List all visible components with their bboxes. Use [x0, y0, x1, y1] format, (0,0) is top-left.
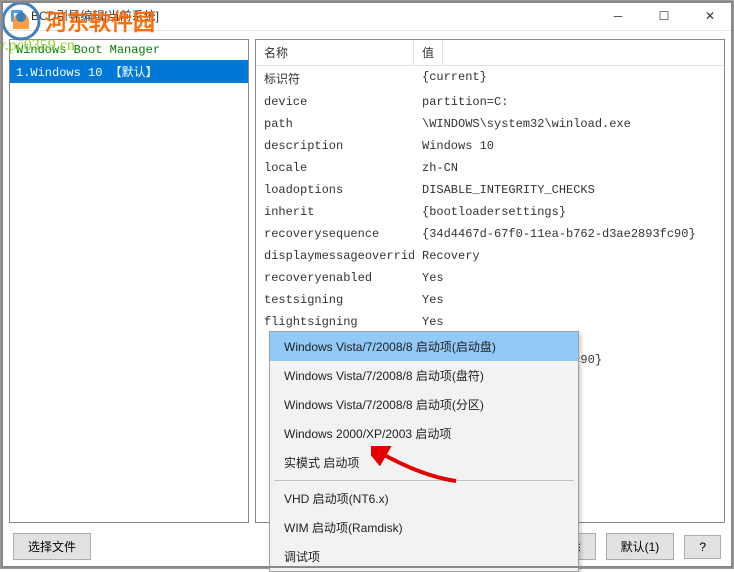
menu-item[interactable]: 实模式 启动项 — [270, 448, 578, 477]
boot-entry-item[interactable]: 1.Windows 10 【默认】 — [10, 60, 248, 83]
properties-header: 名称 值 — [256, 40, 724, 66]
menu-item[interactable]: WIM 启动项(Ramdisk) — [270, 513, 578, 542]
property-value: DISABLE_INTEGRITY_CHECKS — [414, 179, 724, 201]
property-name: flightsigning — [256, 311, 414, 333]
property-name: description — [256, 135, 414, 157]
property-row[interactable]: recoverysequence{34d4467d-67f0-11ea-b762… — [256, 223, 724, 245]
property-row[interactable]: devicepartition=C: — [256, 91, 724, 113]
property-name: loadoptions — [256, 179, 414, 201]
property-row[interactable]: recoveryenabledYes — [256, 267, 724, 289]
properties-rows: 标识符{current}devicepartition=C:path\WINDO… — [256, 66, 724, 371]
window-title: BCD引导编辑[当前系统] — [31, 7, 595, 24]
property-row[interactable]: flightsigningYes — [256, 311, 724, 333]
property-name: locale — [256, 157, 414, 179]
minimize-button[interactable]: ─ — [595, 1, 641, 31]
menu-item[interactable]: VHD 启动项(NT6.x) — [270, 484, 578, 513]
property-value: Windows 10 — [414, 135, 724, 157]
boot-entry-item[interactable]: Windows Boot Manager — [10, 40, 248, 60]
default-button[interactable]: 默认(1) — [606, 533, 675, 560]
property-value: Yes — [414, 267, 724, 289]
property-row[interactable]: path\WINDOWS\system32\winload.exe — [256, 113, 724, 135]
menu-item[interactable]: Windows Vista/7/2008/8 启动项(启动盘) — [270, 332, 578, 361]
property-value: Yes — [414, 289, 724, 311]
property-name: path — [256, 113, 414, 135]
property-value: {bootloadersettings} — [414, 201, 724, 223]
column-name[interactable]: 名称 — [256, 40, 414, 65]
menu-item[interactable]: 调试项 — [270, 542, 578, 571]
menu-separator — [274, 480, 574, 481]
add-context-menu: Windows Vista/7/2008/8 启动项(启动盘)Windows V… — [269, 331, 579, 572]
property-value: {current} — [414, 66, 724, 91]
property-row[interactable]: localezh-CN — [256, 157, 724, 179]
titlebar: BCD引导编辑[当前系统] ─ ☐ ✕ — [1, 1, 733, 31]
property-row[interactable]: displaymessageoverrideRecovery — [256, 245, 724, 267]
property-value: partition=C: — [414, 91, 724, 113]
property-name: inherit — [256, 201, 414, 223]
property-row[interactable]: 标识符{current} — [256, 66, 724, 91]
maximize-button[interactable]: ☐ — [641, 1, 687, 31]
menu-item[interactable]: Windows Vista/7/2008/8 启动项(分区) — [270, 390, 578, 419]
property-row[interactable]: inherit{bootloadersettings} — [256, 201, 724, 223]
property-row[interactable]: testsigningYes — [256, 289, 724, 311]
select-file-button[interactable]: 选择文件 — [13, 533, 91, 560]
property-value: zh-CN — [414, 157, 724, 179]
property-value: Recovery — [414, 245, 724, 267]
property-row[interactable]: descriptionWindows 10 — [256, 135, 724, 157]
property-name: device — [256, 91, 414, 113]
property-name: 标识符 — [256, 66, 414, 91]
app-icon — [9, 8, 25, 24]
property-name: recoverysequence — [256, 223, 414, 245]
column-value[interactable]: 值 — [414, 40, 443, 65]
menu-item[interactable]: Windows 2000/XP/2003 启动项 — [270, 419, 578, 448]
property-value: \WINDOWS\system32\winload.exe — [414, 113, 724, 135]
boot-entry-list[interactable]: Windows Boot Manager1.Windows 10 【默认】 — [9, 39, 249, 523]
menu-item[interactable]: Windows Vista/7/2008/8 启动项(盘符) — [270, 361, 578, 390]
property-name: displaymessageoverride — [256, 245, 414, 267]
property-value: Yes — [414, 311, 724, 333]
help-button[interactable]: ? — [684, 535, 721, 559]
close-button[interactable]: ✕ — [687, 1, 733, 31]
property-row[interactable]: loadoptionsDISABLE_INTEGRITY_CHECKS — [256, 179, 724, 201]
property-value: {34d4467d-67f0-11ea-b762-d3ae2893fc90} — [414, 223, 724, 245]
property-name: recoveryenabled — [256, 267, 414, 289]
property-name: testsigning — [256, 289, 414, 311]
